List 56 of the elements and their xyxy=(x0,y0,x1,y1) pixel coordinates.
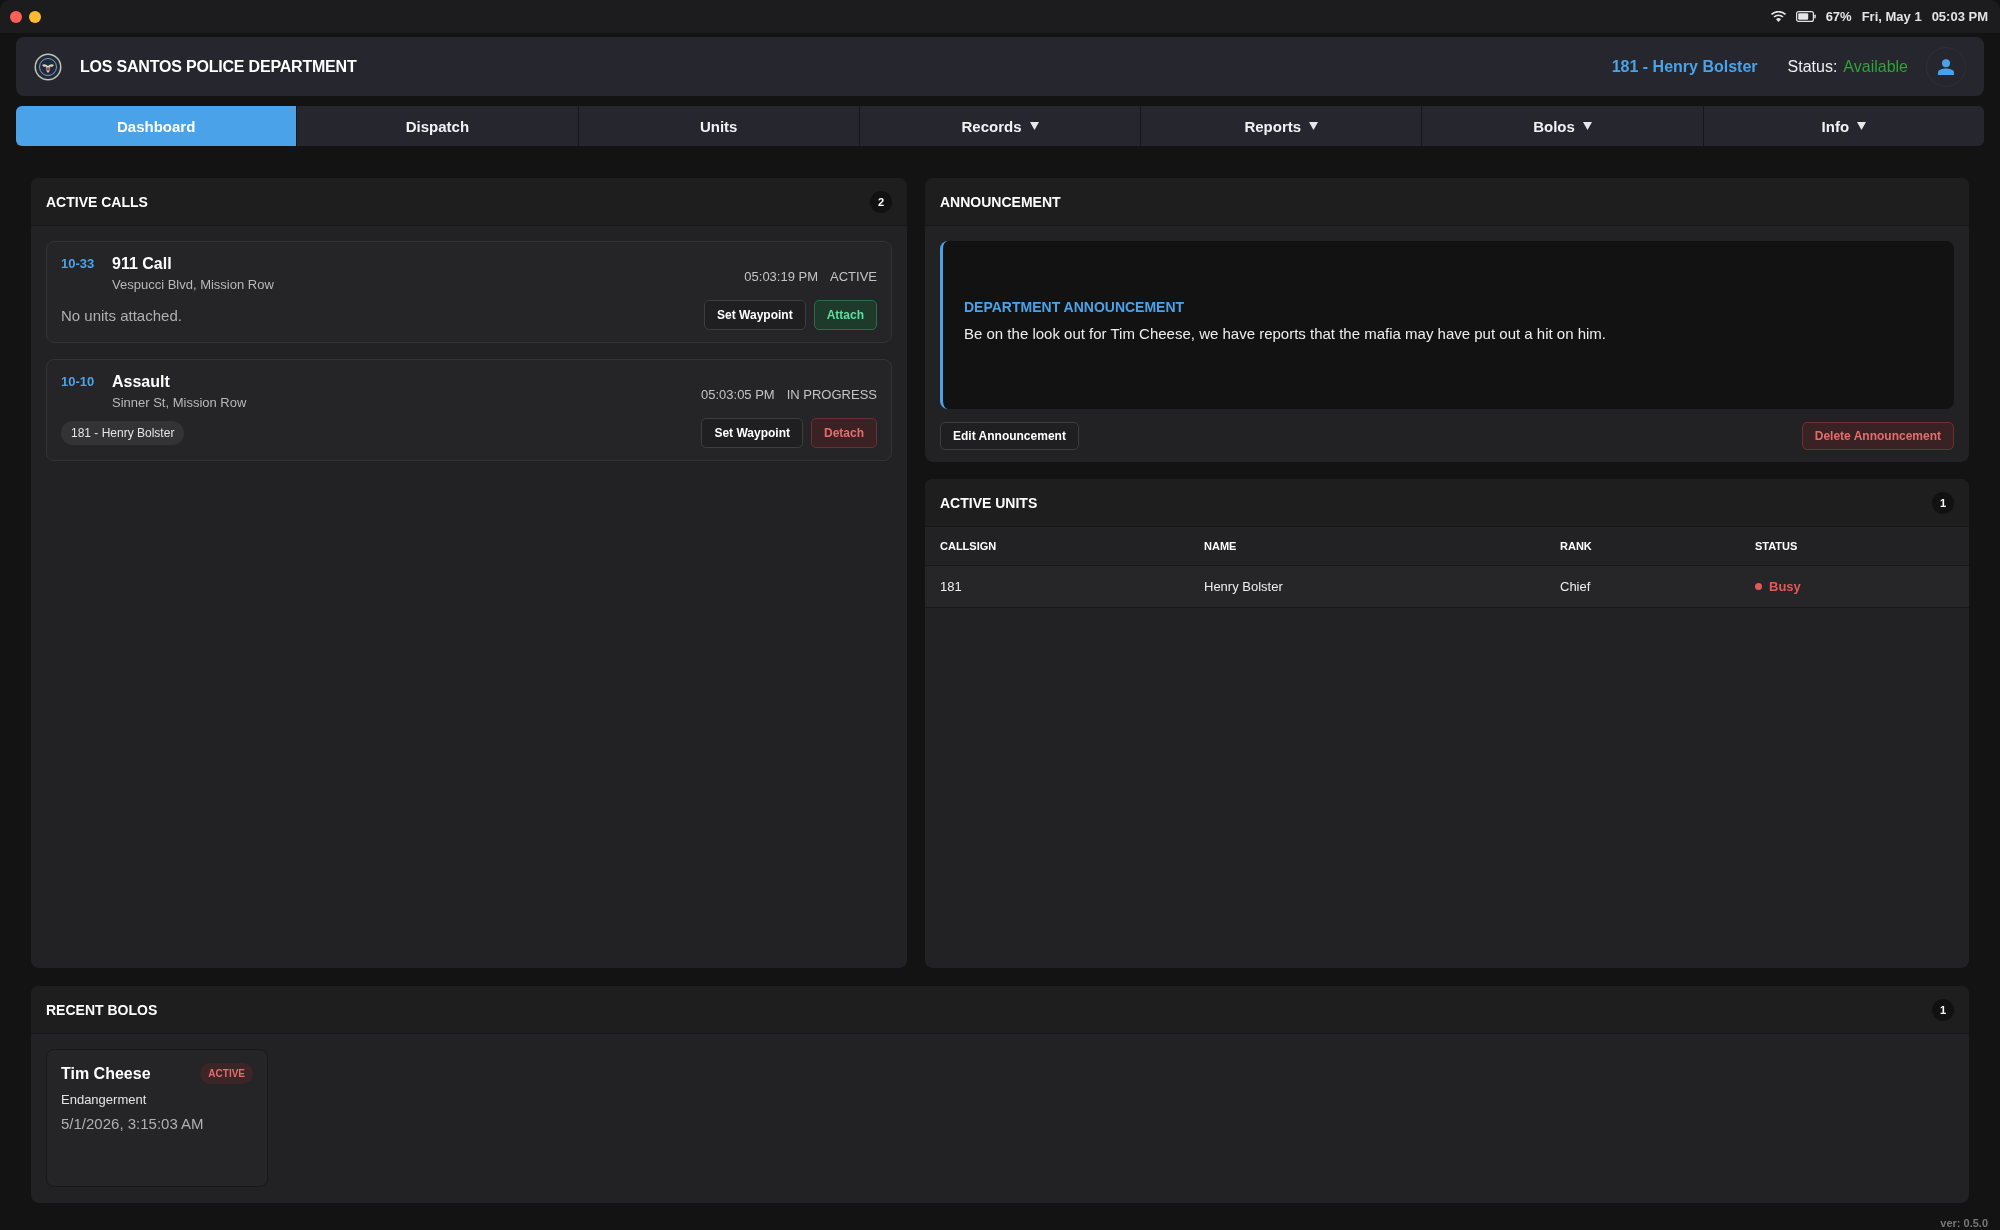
table-cell: Chief xyxy=(1545,565,1740,608)
nav-tab[interactable]: Info xyxy=(1702,106,1984,146)
panel-title: RECENT BOLOS xyxy=(46,1001,158,1018)
bolo-date: 5/1/2026, 3:15:03 AM xyxy=(61,1115,205,1132)
action-button[interactable]: Attach xyxy=(813,300,877,330)
call-title: 911 Call xyxy=(112,255,173,273)
units-note: No units attached. xyxy=(61,306,182,324)
call-title: Assault xyxy=(112,373,171,391)
user-icon xyxy=(1938,58,1954,75)
call-time: 05:03:05 PM xyxy=(701,387,775,402)
seal-icon xyxy=(34,52,62,81)
count-badge: 2 xyxy=(870,190,892,213)
panel-title: ACTIVE UNITS xyxy=(940,494,1038,511)
bolo-card[interactable]: Tim Cheese ACTIVE Endangerment 5/1/2026, 3:15:03 AM xyxy=(46,1049,268,1187)
status-text: Busy xyxy=(1769,579,1801,594)
officer-name: 181 - Henry Bolster xyxy=(1611,57,1758,76)
count-badge: 1 xyxy=(1932,491,1954,514)
table-cell: Henry Bolster xyxy=(1189,565,1545,608)
bolo-name: Tim Cheese xyxy=(61,1064,151,1083)
action-button[interactable]: Set Waypoint xyxy=(701,418,803,448)
clock-text: 05:03 PM xyxy=(1931,9,1988,24)
action-button[interactable]: Edit Announcement xyxy=(940,422,1079,450)
account-button[interactable] xyxy=(1926,46,1966,87)
count-badge: 1 xyxy=(1932,998,1954,1021)
announcement-text: Be on the look out for Tim Cheese, we have reports that the mafia may have put out a hit on him. xyxy=(964,324,1608,342)
call-status: IN PROGRESS xyxy=(786,387,877,402)
action-button[interactable]: Set Waypoint xyxy=(704,300,806,330)
status-value: Available xyxy=(1843,57,1908,76)
call-location: Vespucci Blvd, Mission Row xyxy=(112,277,274,292)
close-button[interactable] xyxy=(10,10,22,23)
version-text: ver: 0.5.0 xyxy=(1940,1217,1988,1229)
date-text: Fri, May 1 xyxy=(1861,9,1922,24)
bolo-reason: Endangerment xyxy=(61,1092,148,1107)
battery-percent: 67% xyxy=(1825,9,1852,24)
column-header: RANK xyxy=(1545,527,1740,566)
call-code: 10-10 xyxy=(61,373,96,389)
minimize-button[interactable] xyxy=(29,10,41,23)
announcement-heading: DEPARTMENT ANNOUNCEMENT xyxy=(964,298,1186,315)
column-header: CALLSIGN xyxy=(925,527,1189,566)
status-label: Status: xyxy=(1787,57,1838,76)
call-status: ACTIVE xyxy=(830,269,877,284)
action-button[interactable]: Delete Announcement xyxy=(1801,422,1954,450)
column-header: STATUS xyxy=(1740,527,1969,566)
action-button[interactable]: Detach xyxy=(811,418,877,448)
panel-title: ACTIVE CALLS xyxy=(46,193,148,210)
panel-title: ANNOUNCEMENT xyxy=(940,193,1061,210)
table-cell: 181 xyxy=(925,565,1189,608)
call-location: Sinner St, Mission Row xyxy=(112,395,247,410)
battery-icon xyxy=(1795,11,1816,22)
column-header: NAME xyxy=(1189,527,1545,566)
unit-chip: 181 - Henry Bolster xyxy=(61,421,185,445)
status-badge: ACTIVE xyxy=(200,1063,253,1084)
wifi-icon xyxy=(1770,11,1786,22)
call-time: 05:03:19 PM xyxy=(744,269,819,284)
call-code: 10-33 xyxy=(61,255,96,271)
app-title: LOS SANTOS POLICE DEPARTMENT xyxy=(80,57,357,76)
